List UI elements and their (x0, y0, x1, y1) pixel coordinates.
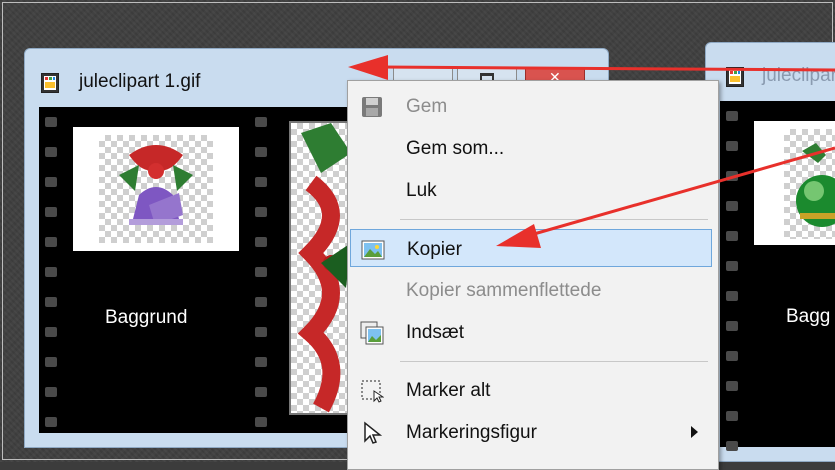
layer-panel: Bagg (720, 101, 835, 451)
menu-separator (400, 219, 708, 220)
menu-item-luk[interactable]: Luk (350, 171, 712, 209)
layer-thumbnail[interactable] (754, 121, 835, 245)
film-strip (249, 107, 273, 433)
window-title: juleclipart 1.gif (79, 71, 201, 92)
image-file-icon (726, 67, 744, 87)
window-title: juleclipart (762, 65, 835, 86)
image-file-icon (41, 73, 59, 93)
menu-item-kopier-sammenflettede[interactable]: Kopier sammenflettede (350, 271, 712, 309)
titlebar[interactable]: juleclipart (706, 43, 835, 101)
menu-item-gem[interactable]: Gem (350, 87, 712, 125)
context-menu: Gem Gem som... Luk Kopier Kopier sammenf… (347, 80, 719, 470)
select-all-icon (361, 380, 384, 403)
bells-thumbnail-icon (119, 145, 193, 225)
menu-item-marker-alt[interactable]: Marker alt (350, 371, 712, 409)
submenu-arrow-icon (691, 426, 698, 438)
image-window-right[interactable]: juleclipart Bagg (705, 42, 835, 462)
layer-label: Bagg (786, 306, 831, 327)
menu-item-indsaet[interactable]: Indsæt (350, 313, 712, 351)
copy-image-icon (361, 240, 385, 260)
ornament-thumbnail-icon (796, 143, 835, 227)
selection-cursor-icon (364, 421, 383, 444)
layer-label: Baggrund (105, 307, 188, 328)
menu-item-kopier[interactable]: Kopier (350, 229, 712, 267)
menu-item-markeringsfigur[interactable]: Markeringsfigur (350, 413, 712, 451)
film-strip (39, 107, 63, 433)
menu-separator (400, 361, 708, 362)
film-strip (720, 101, 744, 451)
layer-thumbnail[interactable] (73, 127, 239, 251)
paste-image-icon (360, 321, 384, 345)
save-icon (362, 97, 382, 117)
menu-item-gem-som[interactable]: Gem som... (350, 129, 712, 167)
